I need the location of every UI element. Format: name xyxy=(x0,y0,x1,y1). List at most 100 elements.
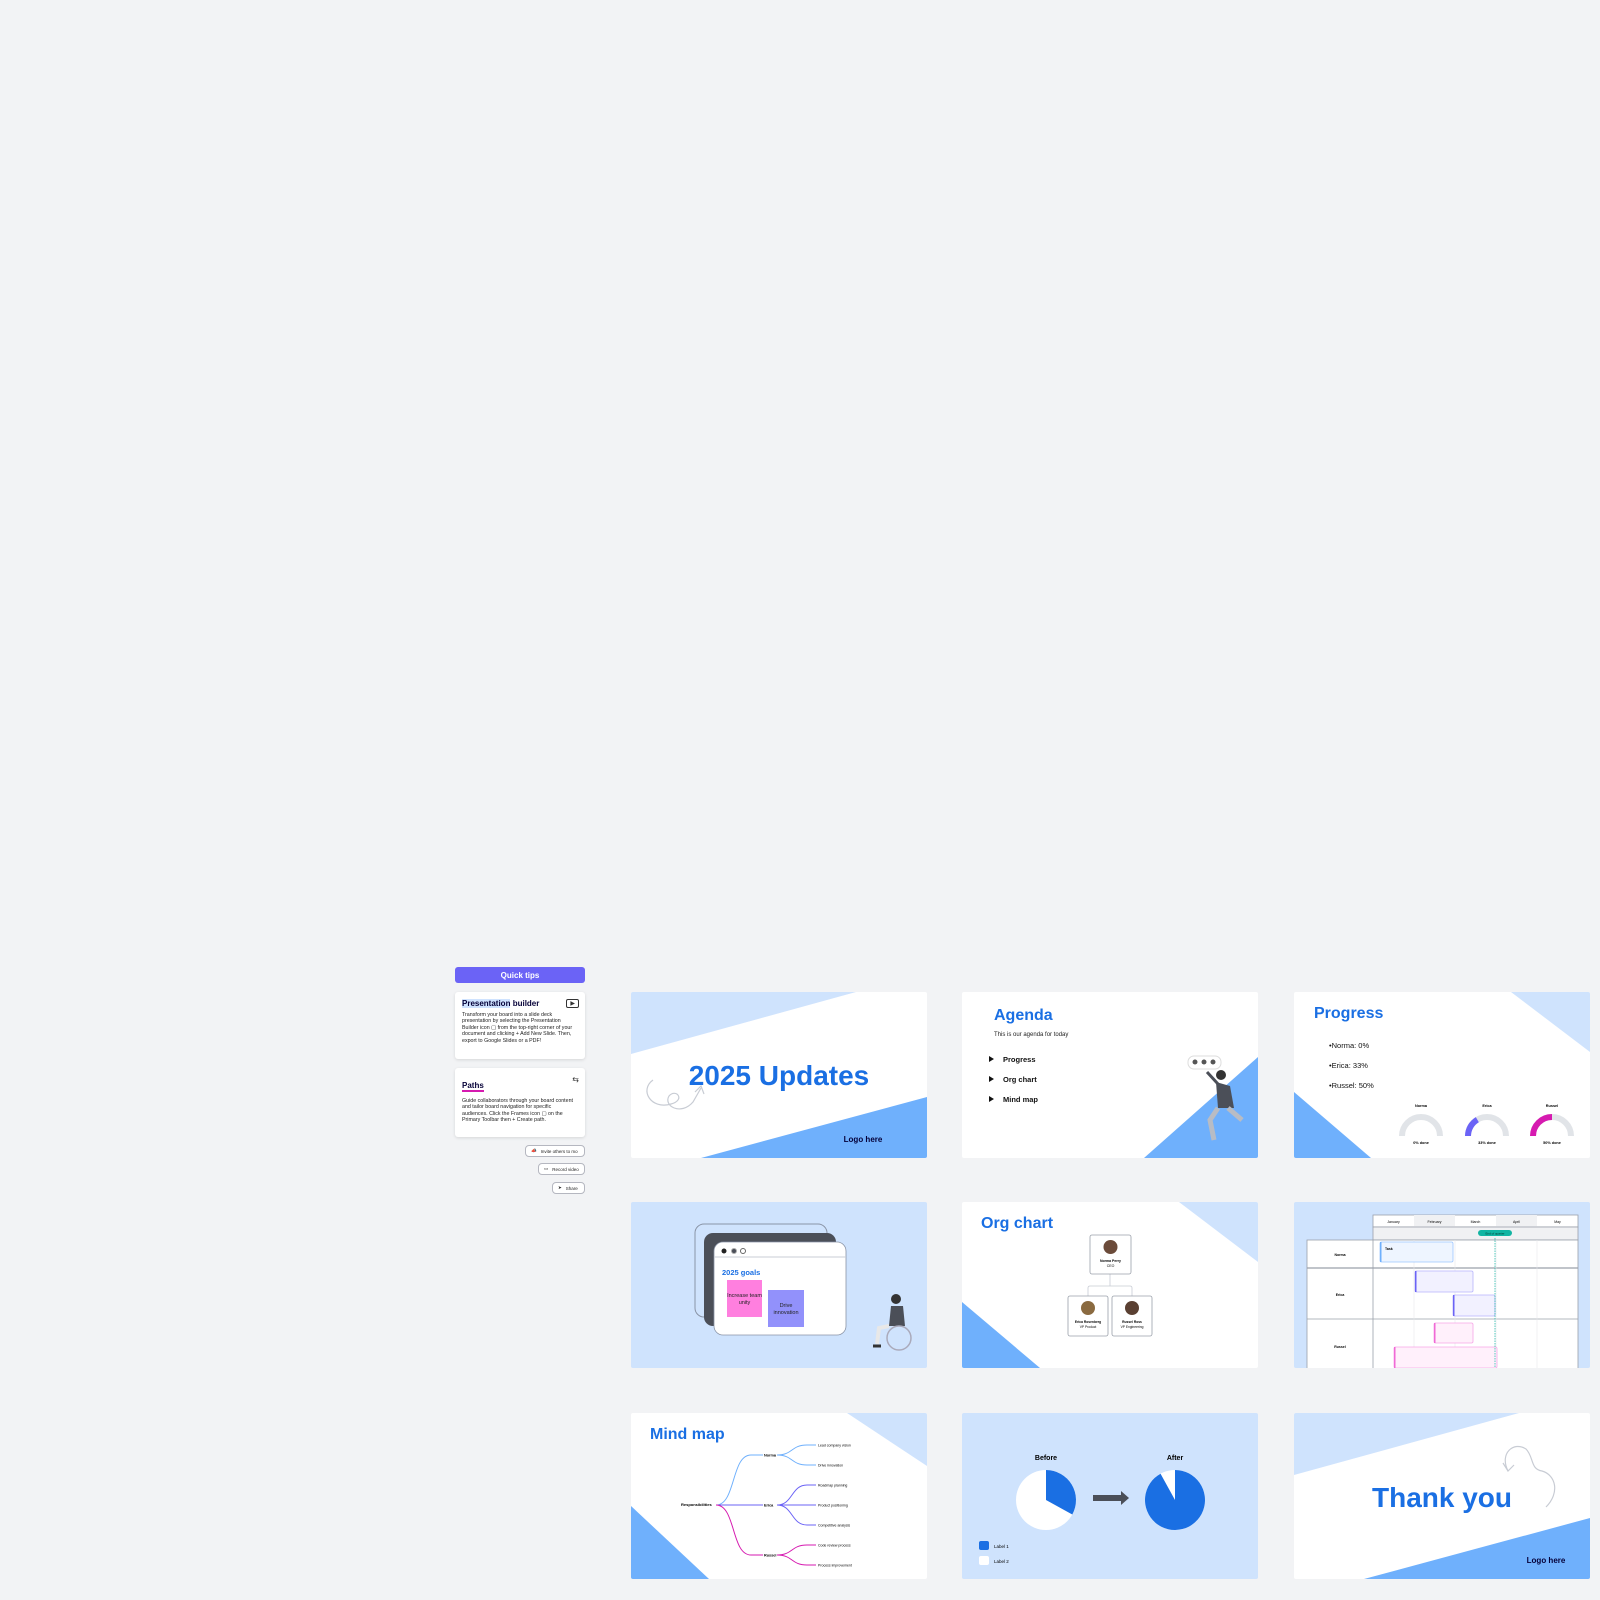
mindmap-branch[interactable]: Norma xyxy=(764,1454,777,1458)
decor-triangle xyxy=(1144,1057,1258,1158)
mindmap-edge xyxy=(715,1504,763,1556)
slide-mind-map[interactable]: Mind map Responsibilities Norma Lead comp… xyxy=(631,1413,927,1579)
mindmap-leaf[interactable]: Lead company vision xyxy=(818,1443,851,1447)
gauge-name: Russel xyxy=(1546,1104,1558,1108)
curly-arrow-icon xyxy=(1504,1445,1556,1508)
task-bar[interactable] xyxy=(1433,1322,1474,1344)
gauge-fill xyxy=(1465,1117,1480,1137)
svg-text:VP Product: VP Product xyxy=(1080,1325,1097,1329)
svg-text:Org chart: Org chart xyxy=(1003,1075,1037,1084)
agenda-subtitle: This is our agenda for today xyxy=(994,1032,1068,1038)
slide-org-chart[interactable]: Org chart Norma Perry CEO Erica Rosenber… xyxy=(962,1202,1258,1368)
mindmap-leaf[interactable]: Drive innovation xyxy=(818,1463,843,1467)
bullet-triangle-icon xyxy=(989,1096,994,1102)
tip-body: Transform your board into a slide deck p… xyxy=(462,1012,573,1044)
legend-label: Label 1 xyxy=(994,1544,1009,1549)
task-bar[interactable]: Task xyxy=(1379,1241,1454,1263)
org-card[interactable]: Norma Perry CEO xyxy=(1089,1234,1132,1275)
mindmap-edge xyxy=(776,1444,816,1456)
gauge-name: Erica xyxy=(1482,1104,1492,1108)
decor-triangle xyxy=(631,1506,709,1579)
mindmap-leaf[interactable]: Process improvement xyxy=(818,1563,852,1567)
decor-triangle xyxy=(1179,1202,1258,1262)
avatar xyxy=(1103,1240,1118,1254)
slide-title-text: Agenda xyxy=(994,1007,1053,1024)
mindmap-edge xyxy=(715,1454,763,1506)
arrowhead-icon xyxy=(1502,1462,1515,1472)
gauge-russel: Russel 50% done xyxy=(1530,1104,1574,1145)
invite-button[interactable]: 📣 Invite others to mo xyxy=(525,1145,585,1157)
month-header: May xyxy=(1554,1220,1561,1224)
gauge-name: Norma xyxy=(1415,1104,1428,1108)
after-label: After xyxy=(1167,1455,1184,1462)
share-button[interactable]: ➤ Share xyxy=(552,1182,585,1194)
row-label: Russel xyxy=(1334,1345,1346,1349)
month-header: April xyxy=(1513,1220,1520,1224)
gauge-erica: Erica 33% done xyxy=(1465,1104,1509,1145)
tip-title: Paths xyxy=(462,1081,484,1092)
decor-triangle xyxy=(1511,992,1590,1052)
logo-placeholder: Logo here xyxy=(1527,1556,1566,1565)
mindmap-root: Responsibilities xyxy=(681,1502,712,1507)
mindmap-edge xyxy=(776,1454,816,1466)
quick-tips-header: Quick tips xyxy=(455,967,585,983)
mindmap-leaf[interactable]: Code review process xyxy=(818,1543,851,1547)
agenda-item: Mind map xyxy=(989,1095,1038,1104)
record-video-button[interactable]: ▭ Record video xyxy=(538,1163,585,1175)
legend-swatch xyxy=(979,1541,989,1550)
tip-card-paths: Paths ⇆ Guide collaborators through your… xyxy=(455,1068,585,1137)
decor-triangle xyxy=(847,1413,927,1466)
slide-title-text: Thank you xyxy=(1372,1482,1512,1513)
row-label: Norma xyxy=(1334,1253,1345,1257)
avatar xyxy=(1081,1301,1095,1315)
mindmap-branch[interactable]: Russel xyxy=(764,1554,776,1558)
month-header: March xyxy=(1471,1220,1481,1224)
mindmap-leaf[interactable]: Roadmap planning xyxy=(818,1483,847,1487)
decor-triangle xyxy=(1294,1092,1371,1158)
svg-text:VP Engineering: VP Engineering xyxy=(1121,1325,1144,1329)
slide-thank-you[interactable]: Thank you Logo here xyxy=(1294,1413,1590,1579)
window-dot-icon xyxy=(721,1248,727,1254)
goals-title: 2025 goals xyxy=(722,1268,760,1277)
svg-text:Mind map: Mind map xyxy=(1003,1095,1038,1104)
wheelchair-person-illustration xyxy=(873,1294,912,1351)
task-bar[interactable] xyxy=(1452,1294,1496,1317)
slide-title[interactable]: 2025 Updates Logo here xyxy=(631,992,927,1158)
org-card[interactable]: Erica Rosenberg VP Product xyxy=(1067,1295,1109,1337)
gauge-norma: Norma 0% done xyxy=(1399,1104,1443,1145)
mindmap-edge xyxy=(776,1504,816,1526)
slide-agenda[interactable]: Agenda This is our agenda for today Prog… xyxy=(962,992,1258,1158)
slide-before-after[interactable]: Before After Label 1 Label 2 xyxy=(962,1413,1258,1579)
gauge-label: 50% done xyxy=(1543,1141,1561,1145)
mindmap-edge xyxy=(776,1484,816,1506)
play-icon[interactable]: ▶ xyxy=(566,999,579,1008)
svg-text:CEO: CEO xyxy=(1107,1264,1115,1268)
path-icon[interactable]: ⇆ xyxy=(572,1075,579,1084)
svg-text:Progress: Progress xyxy=(1003,1055,1036,1064)
org-card[interactable]: Russel Ross VP Engineering xyxy=(1111,1295,1153,1337)
row-label: Erica xyxy=(1336,1293,1345,1297)
gauge-fill xyxy=(1530,1114,1553,1137)
arrow-icon xyxy=(1093,1495,1122,1501)
org-connector xyxy=(1087,1274,1133,1296)
mindmap-leaf[interactable]: Competitive analysis xyxy=(818,1523,850,1527)
decor-triangle xyxy=(701,1097,927,1158)
mindmap-edge xyxy=(776,1544,816,1556)
slide-timeline[interactable]: January February March April May Norma Erica… xyxy=(1294,1202,1590,1368)
slide-progress[interactable]: Progress •Norma: 0% •Erica: 33% •Russel:… xyxy=(1294,992,1590,1158)
mindmap-branch[interactable]: Erica xyxy=(764,1504,774,1508)
tip-title: Presentation builder xyxy=(462,999,540,1008)
task-bar[interactable] xyxy=(1393,1346,1498,1368)
svg-text:End of quarter: End of quarter xyxy=(1485,1232,1504,1236)
task-bar[interactable] xyxy=(1414,1270,1474,1293)
slide-goals[interactable]: 2025 goals Increase team unity Drive innov… xyxy=(631,1202,927,1368)
slide-title-text: Mind map xyxy=(650,1426,725,1443)
gauge-label: 33% done xyxy=(1478,1141,1496,1145)
svg-text:Russel Ross: Russel Ross xyxy=(1122,1320,1142,1324)
slide-title-text: Progress xyxy=(1314,1005,1383,1022)
agenda-item: Org chart xyxy=(989,1075,1037,1084)
mindmap-leaf[interactable]: Product positioning xyxy=(818,1503,848,1507)
progress-bullet: •Norma: 0% xyxy=(1329,1041,1369,1050)
pie-slice-label-1 xyxy=(1145,1470,1205,1530)
bullet-triangle-icon xyxy=(989,1076,994,1082)
